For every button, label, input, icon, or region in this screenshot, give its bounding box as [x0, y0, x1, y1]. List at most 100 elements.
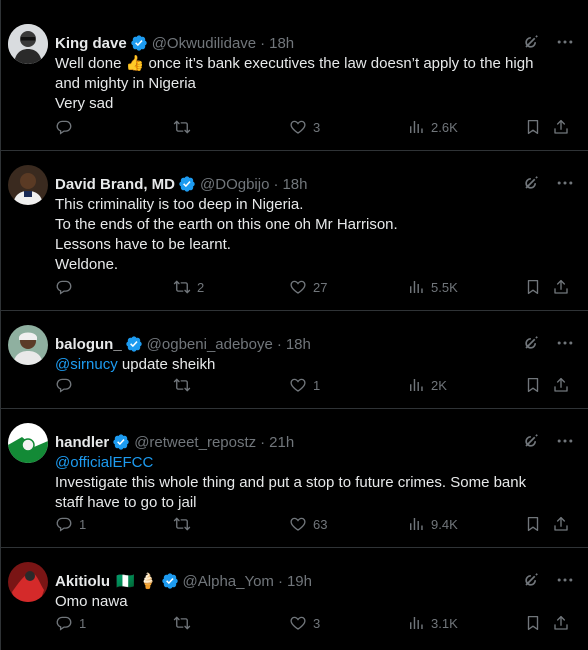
like-button[interactable]: 27 — [289, 278, 327, 296]
reply-feed: King dave @Okwudilidave · 18h Well done … — [0, 0, 588, 650]
avatar[interactable] — [8, 24, 48, 64]
more-icon[interactable] — [555, 173, 575, 193]
tweet-top-actions — [521, 333, 575, 353]
timestamp[interactable]: 18h — [269, 35, 294, 52]
view-count: 9.4K — [431, 516, 458, 532]
retweet-button[interactable] — [173, 515, 197, 533]
mention-link[interactable]: @officialEFCC — [55, 453, 575, 473]
views-button[interactable]: 5.5K — [407, 278, 458, 296]
tweet-header: David Brand, MD @DOgbijo · 18h — [55, 174, 307, 194]
share-icon — [552, 278, 570, 296]
verified-badge-icon — [130, 34, 148, 52]
more-icon[interactable] — [555, 570, 575, 590]
like-button[interactable]: 63 — [289, 515, 327, 533]
user-handle[interactable]: @retweet_repostz — [134, 434, 256, 451]
tweet-top-actions — [521, 32, 575, 52]
bookmark-button[interactable] — [524, 515, 542, 533]
grok-icon[interactable] — [521, 333, 541, 353]
tweet-text-rest: update sheikh — [117, 356, 216, 373]
reply-button[interactable] — [55, 118, 79, 136]
view-count: 5.5K — [431, 279, 458, 295]
retweet-button[interactable] — [173, 118, 197, 136]
like-count: 3 — [313, 119, 321, 135]
share-icon — [552, 614, 570, 632]
like-icon — [289, 118, 307, 136]
reply-button[interactable] — [55, 376, 79, 394]
retweet-icon — [173, 376, 191, 394]
share-button[interactable] — [552, 515, 570, 533]
display-name[interactable]: Akitiolu — [55, 573, 110, 590]
avatar[interactable] — [8, 562, 48, 602]
bookmark-button[interactable] — [524, 278, 542, 296]
mention-link[interactable]: @sirnucy — [55, 356, 118, 373]
reply-button[interactable] — [55, 278, 79, 296]
reply-button[interactable]: 1 — [55, 515, 86, 533]
retweet-button[interactable]: 2 — [173, 278, 204, 296]
grok-icon[interactable] — [521, 570, 541, 590]
like-count: 27 — [313, 279, 328, 295]
tweet-text-line: and mighty in Nigeria — [55, 75, 196, 92]
more-icon[interactable] — [555, 431, 575, 451]
timestamp[interactable]: 21h — [269, 434, 294, 451]
views-icon — [407, 376, 425, 394]
user-handle[interactable]: @ogbeni_adeboye — [147, 336, 273, 353]
views-icon — [407, 118, 425, 136]
more-icon[interactable] — [555, 32, 575, 52]
timestamp[interactable]: 18h — [282, 176, 307, 193]
timestamp[interactable]: 19h — [287, 573, 312, 590]
avatar[interactable] — [8, 165, 48, 205]
avatar[interactable] — [8, 423, 48, 463]
display-name[interactable]: King dave — [55, 35, 127, 52]
display-name[interactable]: handler — [55, 434, 109, 451]
tweet-handler[interactable]: handler @retweet_repostz · 21h @official… — [1, 409, 588, 548]
share-button[interactable] — [552, 278, 570, 296]
tweet-balogun[interactable]: balogun_ @ogbeni_adeboye · 18h @sirnucy … — [1, 311, 588, 409]
grok-icon[interactable] — [521, 32, 541, 52]
bookmark-button[interactable] — [524, 376, 542, 394]
tweet-header: King dave @Okwudilidave · 18h — [55, 33, 294, 53]
tweet-text-line: To the ends of the earth on this one oh … — [55, 216, 398, 233]
bookmark-icon — [524, 376, 542, 394]
more-icon[interactable] — [555, 333, 575, 353]
view-count: 2.6K — [431, 119, 458, 135]
bookmark-button[interactable] — [524, 614, 542, 632]
user-handle[interactable]: @Okwudilidave — [152, 35, 256, 52]
share-button[interactable] — [552, 376, 570, 394]
bookmark-button[interactable] — [524, 118, 542, 136]
share-button[interactable] — [552, 614, 570, 632]
like-icon — [289, 515, 307, 533]
user-handle[interactable]: @Alpha_Yom — [183, 573, 274, 590]
tweet-david-brand[interactable]: David Brand, MD @DOgbijo · 18h This crim… — [1, 151, 588, 311]
display-name[interactable]: balogun_ — [55, 336, 122, 353]
user-handle[interactable]: @DOgbijo — [200, 176, 269, 193]
separator: · — [260, 433, 266, 451]
timestamp[interactable]: 18h — [286, 336, 311, 353]
retweet-icon — [173, 614, 191, 632]
views-button[interactable]: 2K — [407, 376, 447, 394]
like-button[interactable]: 1 — [289, 376, 320, 394]
tweet-text-line: Weldone. — [55, 256, 119, 273]
reply-icon — [55, 278, 73, 296]
bookmark-icon — [524, 614, 542, 632]
separator: · — [276, 335, 282, 353]
retweet-button[interactable] — [173, 376, 197, 394]
reply-button[interactable]: 1 — [55, 614, 86, 632]
like-button[interactable]: 3 — [289, 614, 320, 632]
like-button[interactable]: 3 — [289, 118, 320, 136]
tweet-king-dave[interactable]: King dave @Okwudilidave · 18h Well done … — [1, 10, 588, 151]
tweet-text: @officialEFCC Investigate this whole thi… — [55, 453, 575, 513]
display-name[interactable]: David Brand, MD — [55, 176, 175, 193]
tweet-akitiolu[interactable]: Akitiolu 🇳🇬 🍦 @Alpha_Yom · 19h Omo nawa … — [1, 548, 588, 650]
verified-badge-icon — [161, 572, 179, 590]
views-button[interactable]: 2.6K — [407, 118, 458, 136]
grok-icon[interactable] — [521, 173, 541, 193]
grok-icon[interactable] — [521, 431, 541, 451]
views-button[interactable]: 9.4K — [407, 515, 458, 533]
share-button[interactable] — [552, 118, 570, 136]
tweet-text: Well done 👍 once it’s bank executives th… — [55, 54, 575, 114]
retweet-button[interactable] — [173, 614, 197, 632]
avatar[interactable] — [8, 325, 48, 365]
views-button[interactable]: 3.1K — [407, 614, 458, 632]
like-count: 3 — [313, 615, 321, 631]
tweet-text-line: staff have to go to jail — [55, 494, 197, 511]
